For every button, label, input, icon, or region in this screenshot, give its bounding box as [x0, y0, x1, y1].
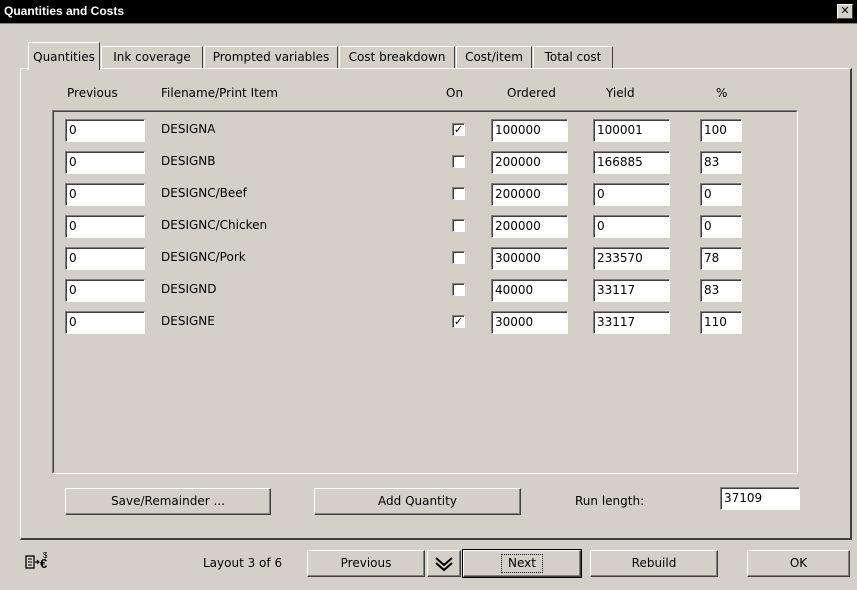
tab-ink-coverage[interactable]: Ink coverage — [101, 46, 203, 68]
ordered-field[interactable]: 100000 — [491, 119, 568, 142]
print-item-name: DESIGNC/Pork — [161, 250, 246, 264]
previous-field[interactable]: 0 — [65, 215, 145, 238]
yield-field[interactable]: 166885 — [593, 151, 670, 174]
window-title: Quantities and Costs — [4, 4, 125, 18]
double-chevron-down-icon — [433, 556, 455, 571]
close-icon: ✕ — [840, 4, 850, 17]
ordered-field[interactable]: 200000 — [491, 183, 568, 206]
print-item-name: DESIGNB — [161, 154, 216, 168]
previous-field[interactable]: 0 — [65, 311, 145, 334]
percent-field[interactable]: 83 — [700, 151, 742, 174]
save-remainder-button[interactable]: Save/Remainder ... — [65, 488, 271, 515]
yield-field[interactable]: 0 — [593, 215, 670, 238]
tab-label: Cost breakdown — [348, 50, 446, 64]
cost-calculator-icon[interactable]: € $ — [24, 550, 50, 574]
percent-field[interactable]: 78 — [700, 247, 742, 270]
column-header-on: On — [446, 86, 464, 100]
tab-label: Cost/item — [465, 50, 523, 64]
percent-field[interactable]: 110 — [700, 311, 742, 334]
previous-field[interactable]: 0 — [65, 119, 145, 142]
tab-label: Prompted variables — [212, 50, 330, 64]
tab-total-cost[interactable]: Total cost — [533, 46, 613, 68]
next-button-label: Next — [501, 554, 543, 573]
tab-label: Total cost — [544, 50, 602, 64]
tab-cost-breakdown[interactable]: Cost breakdown — [339, 46, 455, 68]
column-header-yield: Yield — [606, 86, 635, 100]
percent-field[interactable]: 0 — [700, 183, 742, 206]
yield-field[interactable]: 233570 — [593, 247, 670, 270]
yield-field[interactable]: 33117 — [593, 311, 670, 334]
svg-text:$: $ — [43, 551, 48, 560]
ordered-field[interactable]: 40000 — [491, 279, 568, 302]
run-length-field[interactable]: 37109 — [720, 487, 800, 510]
tab-quantities[interactable]: Quantities — [28, 42, 100, 70]
yield-field[interactable]: 100001 — [593, 119, 670, 142]
percent-field[interactable]: 0 — [700, 215, 742, 238]
yield-field[interactable]: 0 — [593, 183, 670, 206]
ordered-field[interactable]: 200000 — [491, 215, 568, 238]
ok-button[interactable]: OK — [747, 550, 850, 577]
on-checkbox[interactable] — [452, 187, 465, 200]
column-header-ordered: Ordered — [507, 86, 556, 100]
rebuild-button[interactable]: Rebuild — [590, 550, 718, 577]
tab-label: Quantities — [33, 50, 95, 64]
percent-field[interactable]: 83 — [700, 279, 742, 302]
ordered-field[interactable]: 300000 — [491, 247, 568, 270]
on-checkbox[interactable] — [452, 251, 465, 264]
tab-prompted-variables[interactable]: Prompted variables — [204, 46, 338, 68]
layout-status: Layout 3 of 6 — [203, 556, 283, 570]
column-header-percent: % — [716, 86, 728, 100]
percent-field[interactable]: 100 — [700, 119, 742, 142]
tab-cost-item[interactable]: Cost/item — [456, 46, 532, 68]
run-length-label: Run length: — [575, 494, 645, 508]
column-header-previous: Previous — [67, 86, 118, 100]
ordered-field[interactable]: 200000 — [491, 151, 568, 174]
previous-field[interactable]: 0 — [65, 247, 145, 270]
column-header-filename: Filename/Print Item — [161, 86, 278, 100]
yield-field[interactable]: 33117 — [593, 279, 670, 302]
previous-field[interactable]: 0 — [65, 183, 145, 206]
print-item-name: DESIGND — [161, 282, 217, 296]
print-item-name: DESIGNE — [161, 314, 215, 328]
checkmark-icon: ✓ — [453, 123, 464, 136]
add-quantity-button[interactable]: Add Quantity — [314, 488, 521, 515]
title-bar: Quantities and Costs ✕ — [0, 0, 857, 24]
on-checkbox[interactable]: ✓ — [452, 123, 465, 136]
next-button[interactable]: Next — [462, 549, 582, 578]
print-item-name: DESIGNC/Chicken — [161, 218, 268, 232]
on-checkbox[interactable] — [452, 155, 465, 168]
print-item-name: DESIGNC/Beef — [161, 186, 247, 200]
previous-field[interactable]: 0 — [65, 151, 145, 174]
print-item-name: DESIGNA — [161, 122, 216, 136]
tab-label: Ink coverage — [113, 50, 191, 64]
expand-button[interactable] — [427, 550, 461, 577]
on-checkbox[interactable] — [452, 219, 465, 232]
on-checkbox[interactable]: ✓ — [452, 315, 465, 328]
ordered-field[interactable]: 30000 — [491, 311, 568, 334]
close-button[interactable]: ✕ — [837, 4, 853, 19]
on-checkbox[interactable] — [452, 283, 465, 296]
previous-button[interactable]: Previous — [307, 550, 425, 577]
previous-field[interactable]: 0 — [65, 279, 145, 302]
checkmark-icon: ✓ — [453, 315, 464, 328]
